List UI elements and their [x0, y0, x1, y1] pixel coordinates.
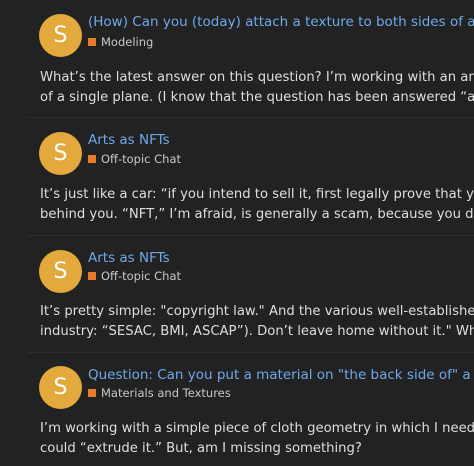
category-link[interactable]: Off-topic Chat	[88, 152, 181, 166]
excerpt-line: industry: “SESAC, BMI, ASCAP”). Don’t le…	[40, 324, 474, 339]
category-link[interactable]: Materials and Textures	[88, 386, 231, 400]
user-avatar[interactable]: S	[39, 250, 82, 293]
post-item: S (How) Can you (today) attach a texture…	[0, 0, 474, 117]
post-divider	[28, 235, 474, 236]
user-avatar[interactable]: S	[39, 366, 82, 409]
post-item: S Arts as NFTs Off-topic Chat It’s prett…	[0, 235, 474, 352]
post-divider	[28, 117, 474, 118]
category-color-swatch	[88, 389, 96, 397]
excerpt-line: It’s just like a car: “if you intend to …	[40, 187, 474, 202]
post-title-link[interactable]: (How) Can you (today) attach a texture t…	[88, 14, 474, 30]
post-title-link[interactable]: Arts as NFTs	[88, 250, 170, 266]
category-link[interactable]: Off-topic Chat	[88, 269, 181, 283]
post-item: S Arts as NFTs Off-topic Chat It’s just …	[0, 117, 474, 234]
category-color-swatch	[88, 272, 96, 280]
category-label: Off-topic Chat	[101, 269, 182, 283]
category-label: Modeling	[101, 35, 154, 49]
category-label: Off-topic Chat	[101, 152, 182, 166]
post-title-link[interactable]: Arts as NFTs	[88, 132, 170, 148]
user-avatar[interactable]: S	[39, 132, 82, 175]
excerpt-line: could “extrude it.” But, am I missing so…	[40, 441, 362, 456]
post-item: S Question: Can you put a material on "t…	[0, 352, 474, 466]
category-color-swatch	[88, 155, 96, 163]
excerpt-line: I’m working with a simple piece of cloth…	[40, 421, 474, 436]
excerpt-line: of a single plane. (I know that the ques…	[40, 90, 474, 105]
post-excerpt: I’m working with a simple piece of cloth…	[40, 419, 474, 459]
user-avatar[interactable]: S	[39, 14, 82, 57]
category-label: Materials and Textures	[101, 386, 231, 400]
post-title-link[interactable]: Question: Can you put a material on "the…	[88, 367, 474, 383]
excerpt-line: behind you. “NFT,” I’m afraid, is genera…	[40, 207, 474, 222]
post-excerpt: What’s the latest answer on this questio…	[40, 68, 474, 108]
category-color-swatch	[88, 38, 96, 46]
excerpt-line: What’s the latest answer on this questio…	[40, 70, 474, 85]
excerpt-line: It’s pretty simple: "copyright law." And…	[40, 304, 474, 319]
post-excerpt: It’s just like a car: “if you intend to …	[40, 185, 474, 225]
search-results-feed: S (How) Can you (today) attach a texture…	[0, 0, 474, 466]
post-excerpt: It’s pretty simple: "copyright law." And…	[40, 302, 474, 342]
post-divider	[28, 352, 474, 353]
category-link[interactable]: Modeling	[88, 35, 153, 49]
